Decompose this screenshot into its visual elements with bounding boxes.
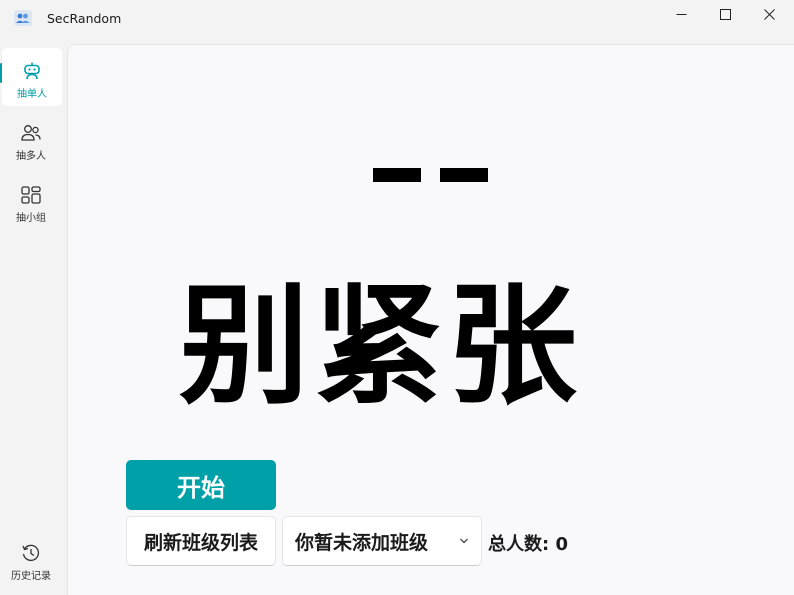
sidebar-item-single-draw[interactable]: 抽单人 xyxy=(2,48,62,106)
class-select-dropdown[interactable]: 你暂未添加班级 xyxy=(282,516,482,566)
sidebar-item-label: 抽小组 xyxy=(16,213,46,224)
close-button[interactable] xyxy=(748,0,790,28)
app-logo-icon xyxy=(14,10,32,26)
result-display: 别紧张 xyxy=(178,270,581,422)
title-bar[interactable]: SecRandom xyxy=(0,0,794,40)
close-icon xyxy=(763,8,775,20)
refresh-class-list-button[interactable]: 刷新班级列表 xyxy=(126,516,276,566)
total-count-label: 总人数: 0 xyxy=(488,534,568,555)
maximize-button[interactable] xyxy=(704,0,746,28)
sidebar-item-multi-draw[interactable]: 抽多人 xyxy=(0,110,62,168)
history-icon xyxy=(20,542,42,564)
start-button[interactable]: 开始 xyxy=(126,460,276,510)
people-icon xyxy=(20,122,42,144)
minimize-icon xyxy=(676,13,686,15)
window-title: SecRandom xyxy=(47,11,122,26)
placeholder-dash xyxy=(373,168,421,182)
sidebar-item-label: 历史记录 xyxy=(11,571,51,582)
minimize-button[interactable] xyxy=(660,0,702,28)
app-window: SecRandom 抽单人 抽多人 抽小组 历史记录 别紧张 开始 刷新班级列表… xyxy=(0,0,794,595)
sidebar-item-label: 抽多人 xyxy=(16,151,46,162)
sidebar-item-group-draw[interactable]: 抽小组 xyxy=(0,172,62,230)
placeholder-dash xyxy=(440,168,488,182)
sidebar-item-history[interactable]: 历史记录 xyxy=(0,530,62,588)
sidebar-item-label: 抽单人 xyxy=(17,89,47,100)
robot-icon xyxy=(22,60,42,82)
chevron-down-icon xyxy=(460,538,468,544)
class-select-value: 你暂未添加班级 xyxy=(295,531,429,554)
apps-icon xyxy=(20,184,42,206)
maximize-icon xyxy=(719,8,731,20)
